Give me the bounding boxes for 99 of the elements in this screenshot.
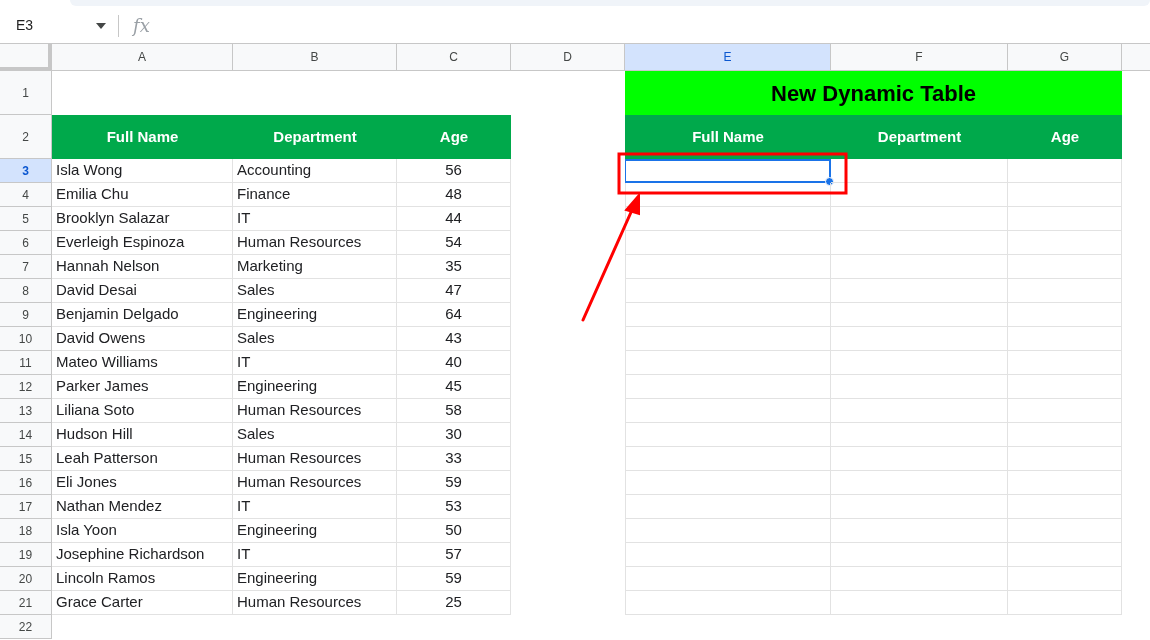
table-cell: Mateo Williams (52, 351, 233, 375)
table-cell: Hudson Hill (52, 423, 233, 447)
table-cell: 48 (397, 183, 511, 207)
table-cell: Brooklyn Salazar (52, 207, 233, 231)
row-header[interactable]: 4 (0, 183, 52, 207)
table-cell: Benjamin Delgado (52, 303, 233, 327)
table-cell: IT (233, 351, 397, 375)
table-cell: 59 (397, 471, 511, 495)
row-header[interactable]: 20 (0, 567, 52, 591)
table-cell: IT (233, 543, 397, 567)
column-header[interactable]: F (831, 44, 1008, 71)
header-cell: Full Name (52, 115, 233, 159)
row-header[interactable]: 13 (0, 399, 52, 423)
table-cell: 54 (397, 231, 511, 255)
table-cell: Isla Yoon (52, 519, 233, 543)
table-cell: 43 (397, 327, 511, 351)
table-cell: David Owens (52, 327, 233, 351)
table-cell: 57 (397, 543, 511, 567)
table-cell: 58 (397, 399, 511, 423)
table-cell: Emilia Chu (52, 183, 233, 207)
table-cell: Eli Jones (52, 471, 233, 495)
table-title: New Dynamic Table (625, 71, 1122, 115)
table-cell: Everleigh Espinoza (52, 231, 233, 255)
function-label: fx (133, 14, 150, 38)
column-header[interactable]: D (511, 44, 625, 71)
table-cell: 47 (397, 279, 511, 303)
header-cell: Full Name (625, 115, 831, 159)
table-cell: Engineering (233, 303, 397, 327)
table-cell[interactable] (625, 159, 831, 183)
row-header[interactable]: 18 (0, 519, 52, 543)
row-header[interactable]: 11 (0, 351, 52, 375)
table-cell: 44 (397, 207, 511, 231)
row-header[interactable]: 15 (0, 447, 52, 471)
row-header[interactable]: 14 (0, 423, 52, 447)
row-header[interactable]: 3 (0, 159, 52, 183)
table-cell: IT (233, 495, 397, 519)
row-header[interactable]: 7 (0, 255, 52, 279)
table-cell: 40 (397, 351, 511, 375)
table-cell: Finance (233, 183, 397, 207)
table-cell: 35 (397, 255, 511, 279)
table-cell: Human Resources (233, 471, 397, 495)
table-cell: Sales (233, 327, 397, 351)
column-header[interactable]: E (625, 44, 831, 71)
row-header[interactable]: 16 (0, 471, 52, 495)
table-cell: Sales (233, 423, 397, 447)
table-cell: Nathan Mendez (52, 495, 233, 519)
table-cell: Engineering (233, 567, 397, 591)
row-header[interactable]: 21 (0, 591, 52, 615)
row-header[interactable]: 17 (0, 495, 52, 519)
table-cell: 59 (397, 567, 511, 591)
table-cell: Human Resources (233, 591, 397, 615)
table-cell: Human Resources (233, 399, 397, 423)
table-cell: IT (233, 207, 397, 231)
table-cell: 25 (397, 591, 511, 615)
table-cell: Sales (233, 279, 397, 303)
column-header[interactable]: G (1008, 44, 1122, 71)
column-header[interactable]: B (233, 44, 397, 71)
table-cell: 56 (397, 159, 511, 183)
row-header[interactable]: 6 (0, 231, 52, 255)
table-cell: Lincoln Ramos (52, 567, 233, 591)
row-header[interactable]: 2 (0, 115, 52, 159)
table-cell: Grace Carter (52, 591, 233, 615)
table-cell: 64 (397, 303, 511, 327)
table-cell: Engineering (233, 375, 397, 399)
table-cell: Parker James (52, 375, 233, 399)
column-header[interactable]: A (52, 44, 233, 71)
table-cell: Liliana Soto (52, 399, 233, 423)
table-cell: 45 (397, 375, 511, 399)
table-cell: Hannah Nelson (52, 255, 233, 279)
column-header[interactable]: C (397, 44, 511, 71)
row-header[interactable]: 5 (0, 207, 52, 231)
table-cell: Leah Patterson (52, 447, 233, 471)
table-cell: Josephine Richardson (52, 543, 233, 567)
header-cell: Department (233, 115, 397, 159)
fill-handle-icon[interactable] (825, 177, 834, 186)
table-cell: Human Resources (233, 231, 397, 255)
table-cell: Accounting (233, 159, 397, 183)
table-cell: 50 (397, 519, 511, 543)
table-cell: Human Resources (233, 447, 397, 471)
table-cell: 30 (397, 423, 511, 447)
table-cell: Engineering (233, 519, 397, 543)
table-cell: Isla Wong (52, 159, 233, 183)
caret-icon[interactable] (96, 22, 106, 29)
header-cell: Age (1008, 115, 1122, 159)
row-header[interactable]: 19 (0, 543, 52, 567)
row-header[interactable]: 8 (0, 279, 52, 303)
row-header[interactable]: 22 (0, 615, 52, 639)
table-cell: 53 (397, 495, 511, 519)
table-cell: Marketing (233, 255, 397, 279)
row-header[interactable]: 1 (0, 71, 52, 115)
corner-cell[interactable] (0, 44, 52, 71)
name-box[interactable]: E3 (16, 15, 34, 36)
table-cell: 33 (397, 447, 511, 471)
header-cell: Department (831, 115, 1008, 159)
table-cell: David Desai (52, 279, 233, 303)
row-header[interactable]: 12 (0, 375, 52, 399)
row-header[interactable]: 10 (0, 327, 52, 351)
header-cell: Age (397, 115, 511, 159)
row-header[interactable]: 9 (0, 303, 52, 327)
